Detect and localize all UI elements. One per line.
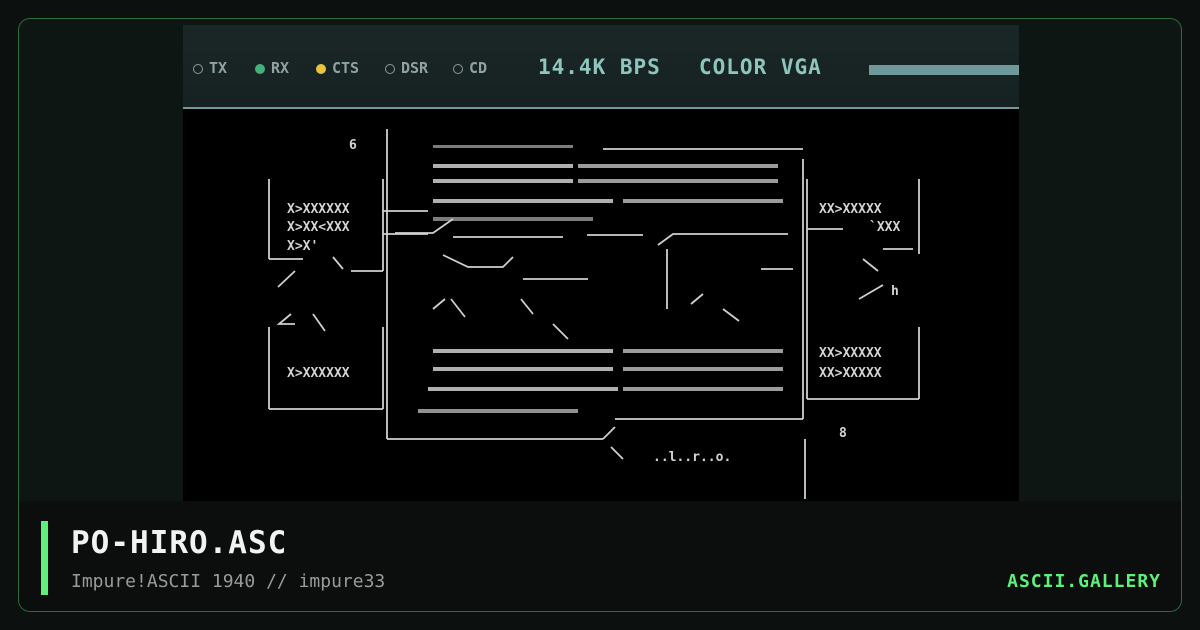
ascii-bottom-detail: ..l..r..o.	[227, 439, 876, 503]
display-mode: COLOR VGA	[699, 55, 822, 79]
ascii-left-tower: X>XXXXXX X>XX<XXX X>X' X>XXXXXX 6	[268, 138, 428, 410]
led-off-icon	[453, 64, 463, 74]
transfer-progress-bar	[869, 65, 1019, 75]
modem-status-bar: TX RX CTS DSR CD 14.4K BPS COLOR VGA	[183, 25, 1019, 109]
indicator-cts: CTS	[316, 59, 360, 77]
ascii-glyph-row: X>X'	[287, 239, 318, 254]
indicator-label: DSR	[401, 59, 429, 77]
indicator-rx: RX	[255, 59, 290, 77]
indicator-label: CD	[469, 59, 488, 77]
ascii-glyph-row: XX>XXXXX	[819, 366, 882, 381]
ascii-glyph-row: XX>XXXXX	[819, 346, 882, 361]
ascii-art-viewer: X>XXXXXX X>XX<XXX X>X' X>XXXXXX 6 XX>XXX…	[227, 129, 920, 503]
indicator-tx: TX	[193, 59, 228, 77]
preview-card: TX RX CTS DSR CD 14.4K BPS COLOR VGA X>X…	[18, 18, 1182, 612]
terminal-screen: TX RX CTS DSR CD 14.4K BPS COLOR VGA X>X…	[183, 25, 1019, 503]
indicator-cd: CD	[453, 59, 488, 77]
ascii-central-building	[386, 129, 804, 440]
ascii-glyph-row: `XXX	[869, 220, 900, 235]
indicator-label: TX	[209, 59, 228, 77]
ascii-glyph-row: X>XXXXXX	[287, 202, 350, 217]
ascii-right-tower: XX>XXXXX `XXX XX>XXXXX XX>XXXXX h 8	[806, 179, 920, 441]
indicator-label: CTS	[332, 59, 360, 77]
ascii-glyph-row: X>XXXXXX	[287, 366, 350, 381]
accent-stripe	[41, 521, 48, 595]
ascii-glyph-row: XX>XXXXX	[819, 202, 882, 217]
led-off-icon	[385, 64, 395, 74]
file-credits: Impure!ASCII 1940 // impure33	[71, 571, 386, 592]
file-title: PO-HIRO.ASC	[71, 525, 288, 561]
ascii-glyph-mark: 8	[839, 426, 847, 441]
ascii-window-grid	[418, 145, 783, 413]
led-off-icon	[193, 64, 203, 74]
ascii-glyph-mark: 6	[349, 138, 357, 153]
led-green-icon	[255, 64, 265, 74]
ascii-glyph-mark: h	[891, 284, 899, 299]
transfer-progress-fill	[871, 67, 1019, 73]
indicator-dsr: DSR	[385, 59, 429, 77]
baud-rate: 14.4K BPS	[538, 55, 661, 79]
site-brand[interactable]: ASCII.GALLERY	[1007, 571, 1161, 592]
ascii-glyph-row: X>XX<XXX	[287, 220, 350, 235]
led-yellow-icon	[316, 64, 326, 74]
caption-bar: PO-HIRO.ASC Impure!ASCII 1940 // impure3…	[19, 501, 1181, 611]
indicator-label: RX	[271, 59, 290, 77]
ascii-glyph-row: ..l..r..o.	[653, 450, 731, 465]
